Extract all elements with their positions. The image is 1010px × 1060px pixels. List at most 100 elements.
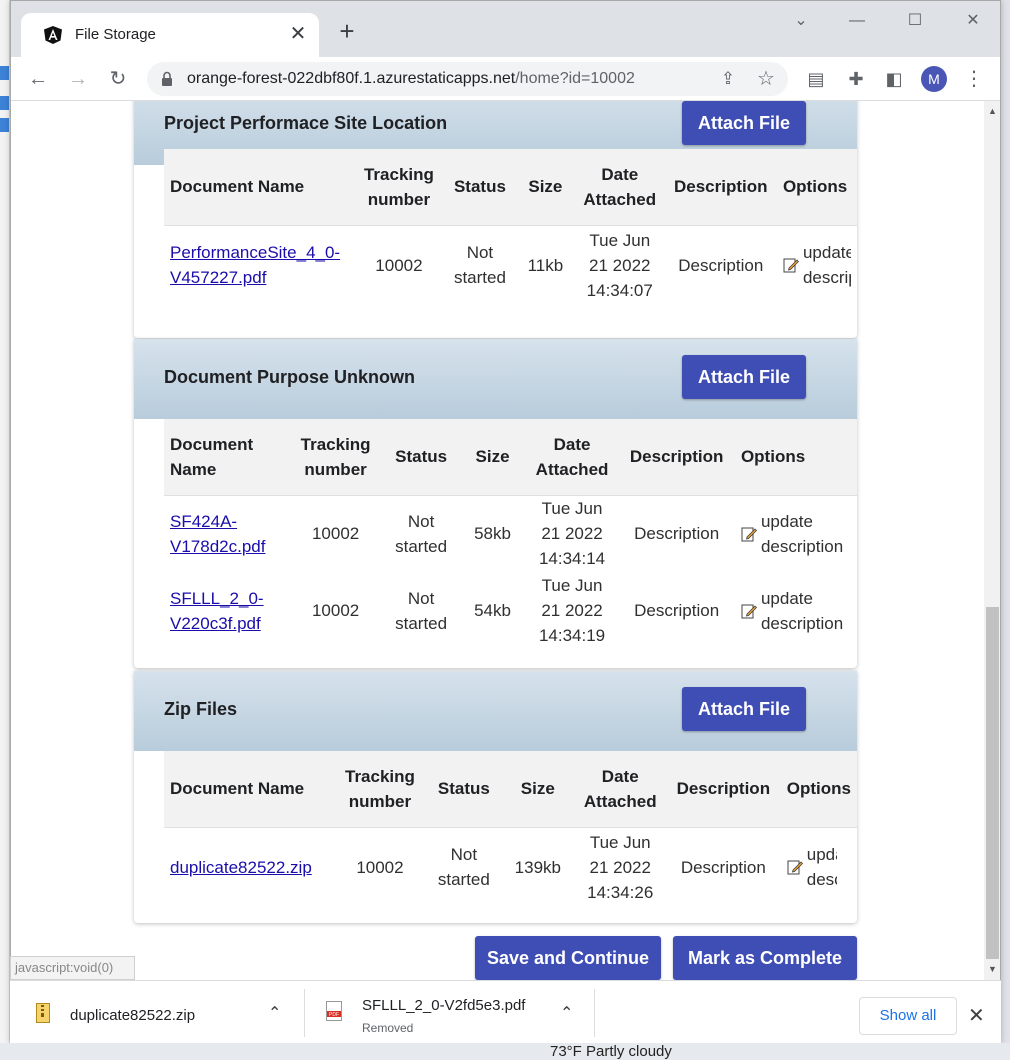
- section-header: Zip Files Attach File: [134, 671, 857, 751]
- tracking-cell: 10002: [288, 494, 383, 572]
- close-window-button[interactable]: ✕: [953, 9, 993, 33]
- update-description-text: update description: [802, 243, 851, 288]
- status-bar-link: javascript:void(0): [10, 956, 135, 980]
- table-header-row: Document Name Tracking number Status Siz…: [164, 149, 857, 225]
- col-options: Options: [780, 751, 857, 827]
- show-all-button[interactable]: Show all: [859, 997, 957, 1035]
- chevron-up-icon[interactable]: ⌃: [560, 1003, 573, 1023]
- col-description: Description: [665, 751, 781, 827]
- desktop-icon-fragment: [0, 96, 9, 110]
- close-shelf-icon[interactable]: ✕: [968, 1003, 985, 1028]
- document-link[interactable]: SF424A-V178d2c.pdf: [170, 512, 265, 556]
- download-status: Removed: [362, 1021, 414, 1035]
- forward-arrow-icon[interactable]: →: [63, 64, 93, 94]
- document-link[interactable]: SFLLL_2_0-V220c3f.pdf: [170, 589, 264, 633]
- update-description-link[interactable]: update description: [741, 586, 851, 636]
- document-name-cell: PerformanceSite_4_0-V457227.pdf: [164, 224, 354, 305]
- attach-file-button[interactable]: Attach File: [682, 687, 806, 731]
- browser-tab[interactable]: File Storage ✕: [21, 13, 319, 57]
- attach-file-button[interactable]: Attach File: [682, 355, 806, 399]
- update-description-link[interactable]: update description: [787, 842, 851, 892]
- size-cell: 11kb: [515, 224, 575, 305]
- new-tab-button[interactable]: +: [333, 17, 361, 45]
- tab-close-icon[interactable]: ✕: [287, 23, 309, 45]
- url-text: orange-forest-022dbf80f.1.azurestaticapp…: [187, 70, 635, 88]
- document-name-cell: duplicate82522.zip: [164, 826, 334, 907]
- extension-document-icon[interactable]: ▤: [801, 64, 831, 94]
- description-cell: Description: [618, 494, 735, 572]
- minimize-button[interactable]: —: [837, 9, 877, 33]
- address-bar[interactable]: orange-forest-022dbf80f.1.azurestaticapp…: [147, 62, 788, 96]
- download-item[interactable]: PDF SFLLL_2_0-V2fd5e3.pdf Removed ⌃: [320, 991, 596, 1035]
- status-cell: Not started: [444, 224, 516, 305]
- menu-kebab-icon[interactable]: ⋮: [959, 64, 989, 94]
- page-scrollbar[interactable]: ▲ ▼: [984, 101, 1000, 981]
- documents-table: Document Name Tracking number Status Siz…: [164, 419, 857, 649]
- tab-strip: File Storage ✕ + ⌄ — ☐ ✕: [11, 1, 1000, 57]
- col-document-name: Document Name: [164, 149, 354, 225]
- update-description-link[interactable]: update description: [741, 509, 851, 559]
- date-cell: Tue Jun 21 2022 14:34:07: [574, 224, 665, 305]
- download-shelf: duplicate82522.zip ⌃ PDF SFLLL_2_0-V2fd5…: [10, 980, 1001, 1043]
- reload-icon[interactable]: ↻: [103, 64, 133, 94]
- col-status: Status: [444, 149, 516, 225]
- col-tracking-number: Tracking number: [288, 419, 383, 495]
- tab-search-icon[interactable]: ⌄: [781, 9, 821, 33]
- date-cell: Tue Jun 21 2022 14:34:19: [538, 576, 606, 645]
- date-cell: Tue Jun 21 2022 14:34:26: [574, 826, 666, 907]
- download-item[interactable]: duplicate82522.zip ⌃: [24, 991, 306, 1035]
- side-panel-icon[interactable]: ◧: [879, 64, 909, 94]
- angular-favicon-icon: [44, 26, 62, 44]
- options-cell: update description: [734, 494, 857, 572]
- edit-pencil-icon: [783, 258, 799, 273]
- document-link[interactable]: PerformanceSite_4_0-V457227.pdf: [170, 243, 340, 287]
- col-tracking-number: Tracking number: [353, 149, 445, 225]
- maximize-button[interactable]: ☐: [895, 9, 935, 33]
- tracking-cell: 10002: [353, 224, 445, 305]
- size-cell: 139kb: [501, 826, 575, 907]
- document-name-cell: SFLLL_2_0-V220c3f.pdf: [164, 572, 288, 649]
- desktop-icon-fragment: [0, 118, 9, 132]
- options-cell: update description: [780, 826, 857, 907]
- documents-table: Document Name Tracking number Status Siz…: [164, 149, 857, 305]
- scrollbar-thumb[interactable]: [986, 607, 999, 959]
- status-cell: Not started: [426, 826, 502, 907]
- extensions-puzzle-icon[interactable]: ✚: [841, 64, 871, 94]
- section-title: Document Purpose Unknown: [164, 367, 416, 387]
- back-arrow-icon[interactable]: ←: [23, 64, 53, 94]
- mark-as-complete-button[interactable]: Mark as Complete: [673, 936, 857, 980]
- table-row: SFLLL_2_0-V220c3f.pdf 10002 Not started …: [164, 572, 857, 649]
- col-document-name: Document Name: [164, 751, 334, 827]
- url-path: /home?id=10002: [515, 70, 635, 87]
- size-cell: 58kb: [459, 494, 526, 572]
- download-filename: SFLLL_2_0-V2fd5e3.pdf: [362, 997, 526, 1014]
- col-description: Description: [664, 149, 777, 225]
- description-cell: Description: [665, 826, 781, 907]
- bookmark-star-icon[interactable]: ☆: [751, 64, 781, 94]
- save-and-continue-button[interactable]: Save and Continue: [475, 936, 661, 980]
- description-cell: Description: [664, 224, 777, 305]
- table-row: PerformanceSite_4_0-V457227.pdf 10002 No…: [164, 224, 857, 305]
- browser-toolbar: ← → ↻ orange-forest-022dbf80f.1.azuresta…: [11, 57, 1000, 101]
- section-title: Project Performace Site Location: [164, 113, 448, 133]
- edit-pencil-icon: [741, 527, 757, 542]
- col-tracking-number: Tracking number: [333, 751, 427, 827]
- chevron-up-icon[interactable]: ⌃: [268, 1003, 281, 1023]
- document-link[interactable]: duplicate82522.zip: [170, 858, 312, 877]
- share-icon[interactable]: ⇪: [713, 64, 743, 94]
- profile-avatar[interactable]: M: [921, 66, 947, 92]
- section-card-performance-site: Project Performace Site Location Attach …: [134, 101, 857, 338]
- scroll-up-arrow-icon[interactable]: ▲: [984, 103, 1000, 120]
- scroll-down-arrow-icon[interactable]: ▼: [984, 961, 1000, 978]
- options-cell: update description: [735, 572, 857, 649]
- description-cell: Description: [634, 601, 720, 620]
- url-domain: orange-forest-022dbf80f.1.azurestaticapp…: [187, 70, 516, 87]
- update-description-link[interactable]: update description: [783, 240, 851, 290]
- section-title: Zip Files: [164, 699, 238, 719]
- col-status: Status: [382, 419, 460, 495]
- os-taskbar: 73°F Partly cloudy: [0, 1043, 1010, 1060]
- document-name-cell: SF424A-V178d2c.pdf: [164, 494, 289, 572]
- attach-file-button[interactable]: Attach File: [682, 101, 806, 145]
- weather-widget[interactable]: 73°F Partly cloudy: [550, 1043, 672, 1060]
- col-size: Size: [501, 751, 575, 827]
